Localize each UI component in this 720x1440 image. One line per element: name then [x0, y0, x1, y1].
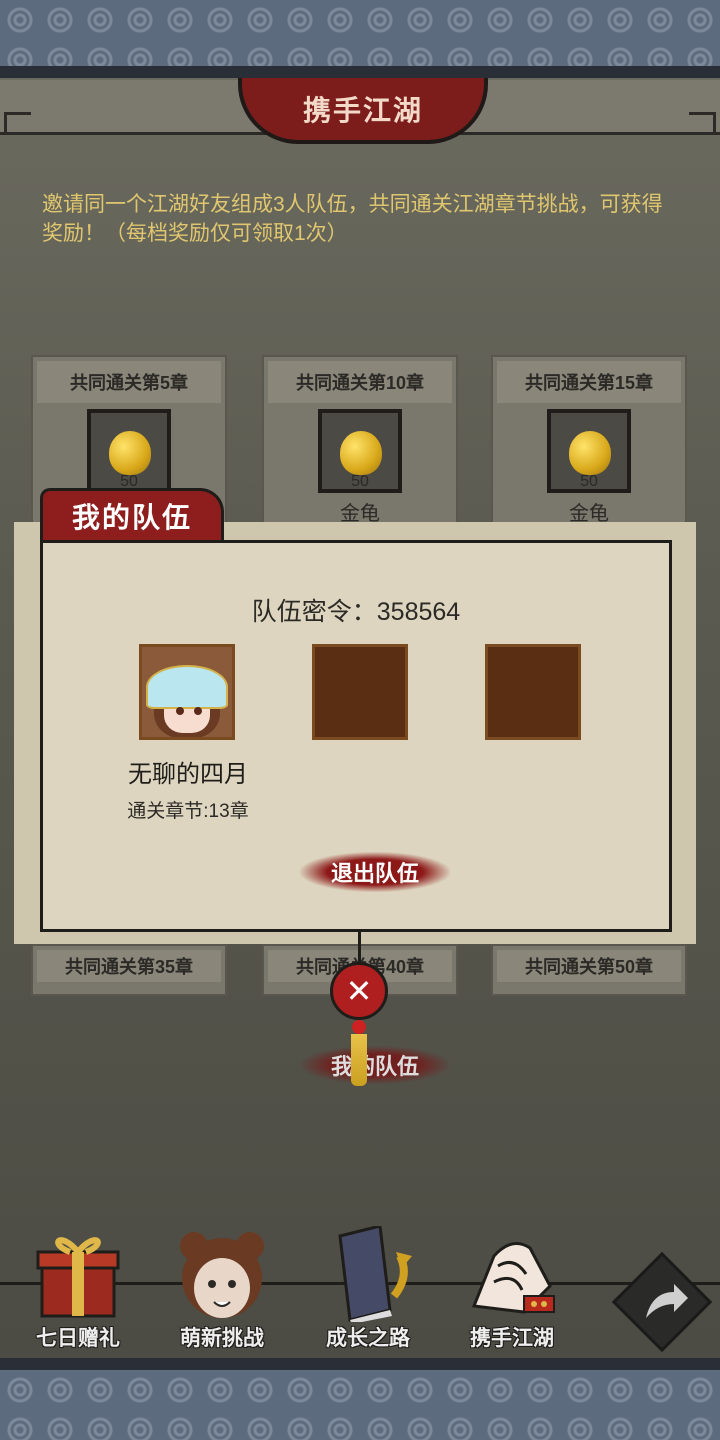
reward-card-2[interactable]: 共同通关第10章 50 金龟	[262, 355, 458, 527]
top-decor-band	[0, 0, 720, 66]
team-member-slot-2[interactable]	[312, 644, 408, 740]
bottom-decor-band	[0, 1370, 720, 1440]
my-team-label: 我的队伍	[300, 1046, 450, 1084]
reward-amount: 50	[351, 473, 369, 490]
top-edge	[0, 66, 720, 78]
nav-seven-day-gift[interactable]: 七日赠礼	[8, 1220, 148, 1350]
tassel	[351, 1034, 367, 1086]
team-member-slot-1[interactable]	[139, 644, 235, 740]
event-description: 邀请同一个江湖好友组成3人队伍，共同通关江湖章节挑战，可获得奖励！（每档奖励仅可…	[42, 193, 663, 245]
avatar-hat	[146, 665, 228, 709]
next-arrow-button[interactable]	[612, 1252, 712, 1352]
nav-join-jianghu[interactable]: 携手江湖	[442, 1220, 582, 1350]
close-dialog-button[interactable]: ✕	[330, 962, 388, 1020]
gold-gourd-icon	[569, 431, 611, 475]
handshake-icon	[471, 1242, 555, 1314]
close-icon: ✕	[345, 973, 373, 1009]
gold-gourd-icon	[109, 431, 151, 475]
reward-card-3[interactable]: 共同通关第15章 50 金龟	[491, 355, 687, 527]
reward-card-title: 共同通关第5章	[37, 361, 221, 403]
nav-growth-path[interactable]: 成长之路	[298, 1220, 438, 1350]
book-icon	[338, 1226, 412, 1322]
nav-label: 萌新挑战	[180, 1327, 264, 1350]
reward-item-slot[interactable]: 50	[87, 409, 171, 493]
leave-team-button[interactable]: 退出队伍	[300, 852, 450, 892]
title-banner: 携手江湖	[238, 78, 488, 144]
gold-gourd-icon	[340, 431, 382, 475]
team-dialog-tab: 我的队伍	[40, 488, 224, 540]
nav-newbie-challenge[interactable]: 萌新挑战	[152, 1220, 292, 1350]
corner-ornament-left	[4, 112, 31, 133]
reward-amount: 50	[580, 473, 598, 490]
page-title: 携手江湖	[302, 95, 423, 126]
corner-ornament-right	[689, 112, 716, 133]
team-code: 队伍密令：358564	[251, 598, 461, 626]
reward-item-slot[interactable]: 50	[547, 409, 631, 493]
reward-card-35[interactable]: 共同通关第35章	[31, 944, 227, 996]
reward-card-title: 共同通关第35章	[37, 950, 221, 982]
nav-label: 七日赠礼	[36, 1327, 120, 1350]
team-member-slot-3[interactable]	[485, 644, 581, 740]
bottom-edge	[0, 1358, 720, 1370]
gift-box-icon	[36, 1237, 120, 1318]
reward-card-title: 共同通关第50章	[497, 950, 681, 982]
reward-card-title: 共同通关第15章	[497, 361, 681, 403]
reward-card-50[interactable]: 共同通关第50章	[491, 944, 687, 996]
reward-card-title: 共同通关第10章	[268, 361, 452, 403]
member-name: 无聊的四月	[128, 761, 248, 788]
reward-item-slot[interactable]: 50	[318, 409, 402, 493]
avatar-eye	[176, 707, 184, 715]
nav-label: 携手江湖	[470, 1327, 554, 1350]
nav-label: 成长之路	[326, 1327, 410, 1350]
girl-avatar-icon	[180, 1232, 264, 1318]
member-chapter: 通关章节:13章	[127, 801, 249, 822]
avatar-eye	[194, 707, 202, 715]
red-bead	[352, 1020, 366, 1034]
